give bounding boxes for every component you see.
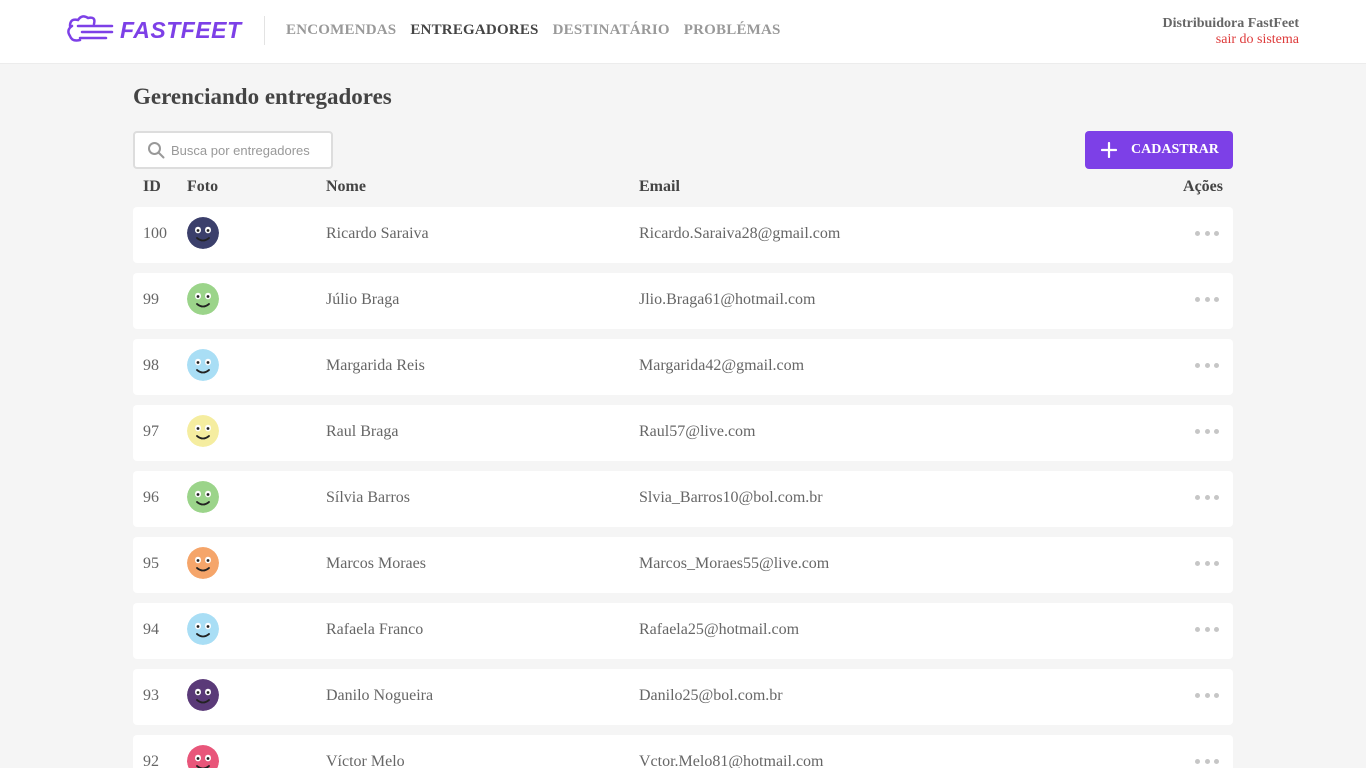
row-name: Ricardo Saraiva	[326, 225, 429, 242]
more-actions-icon[interactable]	[1195, 617, 1219, 641]
avatar	[187, 481, 219, 513]
row-name: Júlio Braga	[326, 291, 400, 308]
avatar	[187, 349, 219, 381]
row-email: Rafaela25@hotmail.com	[639, 621, 800, 638]
register-button[interactable]: CADASTRAR	[1085, 131, 1233, 169]
table-row: 92 Víctor Melo Vctor.Melo81@hotmail.com	[133, 735, 1233, 768]
table-row: 98 Margarida Reis Margarida42@gmail.com	[133, 339, 1233, 395]
page-title: Gerenciando entregadores	[133, 84, 392, 109]
column-header-actions: Ações	[1183, 178, 1223, 195]
row-email: Raul57@live.com	[639, 423, 756, 440]
row-name: Danilo Nogueira	[326, 687, 434, 704]
header-divider	[264, 16, 265, 45]
column-header-id: ID	[143, 178, 161, 195]
avatar	[187, 415, 219, 447]
row-email: Danilo25@bol.com.br	[639, 687, 783, 704]
row-id: 97	[143, 423, 159, 440]
search-input[interactable]	[171, 142, 321, 158]
column-header-email: Email	[639, 178, 680, 195]
nav-item-problemas[interactable]: PROBLÉMAS	[684, 22, 781, 39]
table-row: 100 Ricardo Saraiva Ricardo.Saraiva28@gmai…	[133, 207, 1233, 263]
table-row: 94 Rafaela Franco Rafaela25@hotmail.com	[133, 603, 1233, 659]
table-header: ID Foto Nome Email Ações	[133, 178, 1233, 198]
table-row: 93 Danilo Nogueira Danilo25@bol.com.br	[133, 669, 1233, 725]
search-icon	[148, 142, 165, 159]
row-email: Ricardo.Saraiva28@gmail.com	[639, 225, 841, 242]
user-panel: Distribuidora FastFeet sair do sistema	[1163, 15, 1299, 48]
table-row: 95 Marcos Moraes Marcos_Moraes55@live.com	[133, 537, 1233, 593]
table-row: 97 Raul Braga Raul57@live.com	[133, 405, 1233, 461]
more-actions-icon[interactable]	[1195, 683, 1219, 707]
main-nav: ENCOMENDAS ENTREGADORES DESTINATÁRIO PRO…	[286, 22, 795, 39]
row-id: 95	[143, 555, 159, 572]
more-actions-icon[interactable]	[1195, 485, 1219, 509]
row-name: Raul Braga	[326, 423, 399, 440]
row-email: Vctor.Melo81@hotmail.com	[639, 753, 824, 768]
avatar	[187, 745, 219, 768]
register-button-label: CADASTRAR	[1131, 142, 1219, 157]
user-name: Distribuidora FastFeet	[1162, 16, 1299, 31]
more-actions-icon[interactable]	[1195, 749, 1219, 768]
column-header-photo: Foto	[187, 178, 219, 195]
row-id: 93	[143, 687, 159, 704]
truck-logo-icon	[67, 15, 114, 42]
brand-name: FASTFEET	[120, 16, 242, 43]
row-email: Jlio.Braga61@hotmail.com	[639, 291, 816, 308]
row-name: Víctor Melo	[326, 753, 405, 768]
plus-icon	[1101, 142, 1117, 158]
table-row: 99 Júlio Braga Jlio.Braga61@hotmail.com	[133, 273, 1233, 329]
avatar	[187, 283, 219, 315]
more-actions-icon[interactable]	[1195, 419, 1219, 443]
row-name: Margarida Reis	[326, 357, 425, 374]
deliverymen-table: 100 Ricardo Saraiva Ricardo.Saraiva28@gmai…	[133, 207, 1233, 768]
brand-logo[interactable]: FASTFEET	[66, 14, 242, 46]
table-row: 96 Sílvia Barros Slvia_Barros10@bol.com.br	[133, 471, 1233, 527]
row-id: 92	[143, 753, 159, 768]
more-actions-icon[interactable]	[1195, 551, 1219, 575]
row-email: Slvia_Barros10@bol.com.br	[639, 489, 823, 506]
search-box[interactable]	[133, 131, 333, 169]
more-actions-icon[interactable]	[1195, 287, 1219, 311]
row-name: Sílvia Barros	[326, 489, 410, 506]
nav-item-destinatario[interactable]: DESTINATÁRIO	[553, 22, 670, 39]
more-actions-icon[interactable]	[1195, 221, 1219, 245]
avatar	[187, 679, 219, 711]
avatar	[187, 613, 219, 645]
row-id: 100	[143, 225, 167, 242]
avatar	[187, 217, 219, 249]
row-id: 98	[143, 357, 159, 374]
logout-link[interactable]: sair do sistema	[1163, 32, 1299, 48]
row-name: Rafaela Franco	[326, 621, 424, 638]
nav-item-encomendas[interactable]: ENCOMENDAS	[286, 22, 396, 39]
nav-item-entregadores[interactable]: ENTREGADORES	[410, 22, 538, 39]
row-id: 96	[143, 489, 159, 506]
avatar	[187, 547, 219, 579]
row-name: Marcos Moraes	[326, 555, 426, 572]
top-header: FASTFEET ENCOMENDAS ENTREGADORES DESTINA…	[0, 0, 1366, 64]
more-actions-icon[interactable]	[1195, 353, 1219, 377]
row-email: Margarida42@gmail.com	[639, 357, 805, 374]
column-header-name: Nome	[326, 178, 366, 195]
row-email: Marcos_Moraes55@live.com	[639, 555, 830, 572]
row-id: 94	[143, 621, 159, 638]
row-id: 99	[143, 291, 159, 308]
